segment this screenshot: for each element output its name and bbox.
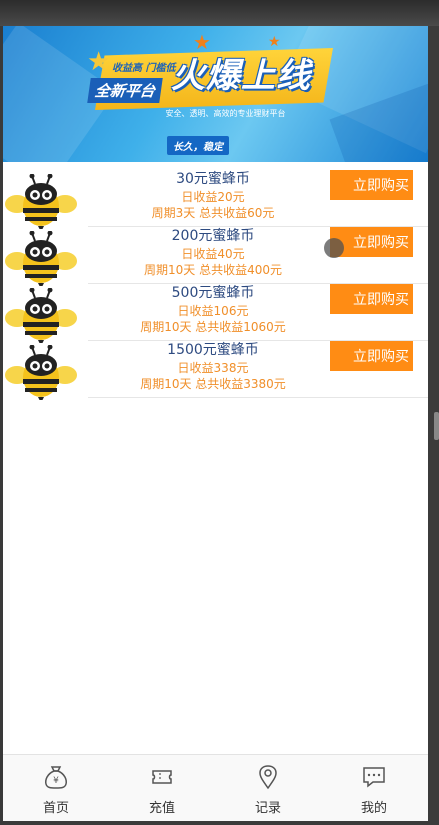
bee-icon bbox=[5, 174, 77, 229]
banner-small-tag: 收益高 门槛低 bbox=[112, 63, 176, 74]
product-total-earnings: 周期10天 总共收益1060元 bbox=[140, 320, 286, 334]
nav-label-recharge: 充值 bbox=[148, 801, 175, 816]
scrollbar[interactable] bbox=[428, 26, 439, 825]
product-daily-earnings: 日收益40元 bbox=[181, 247, 245, 261]
star-icon: ★ bbox=[87, 47, 111, 77]
product-name: 500元蜜蜂币 bbox=[171, 285, 255, 301]
svg-text:¥: ¥ bbox=[53, 776, 59, 786]
divider bbox=[88, 397, 428, 398]
product-total-earnings: 周期3天 总共收益60元 bbox=[151, 206, 275, 220]
bee-icon bbox=[5, 231, 77, 286]
star-icon: ★ bbox=[268, 34, 281, 50]
product-daily-earnings: 日收益20元 bbox=[181, 190, 245, 204]
money-bag-icon: ¥ bbox=[45, 766, 67, 789]
product-info: 500元蜜蜂币 日收益106元 周期10天 总共收益1060元 bbox=[103, 284, 323, 335]
bottom-nav: ¥ 首页 充值 记录 我的 bbox=[3, 754, 428, 821]
nav-item-recharge[interactable]: 充值 bbox=[109, 755, 215, 821]
nav-label-mine: 我的 bbox=[360, 801, 387, 816]
top-window-strip bbox=[0, 0, 439, 26]
product-info: 30元蜜蜂币 日收益20元 周期3天 总共收益60元 bbox=[103, 170, 323, 221]
banner-subline: 安全、透明、高效的专业理财平台 bbox=[165, 109, 286, 118]
location-pin-icon bbox=[259, 765, 277, 790]
nav-item-records[interactable]: 记录 bbox=[215, 755, 321, 821]
product-total-earnings: 周期10天 总共收益400元 bbox=[144, 263, 282, 277]
product-daily-earnings: 日收益338元 bbox=[177, 361, 249, 375]
nav-label-home: 首页 bbox=[42, 801, 69, 816]
buy-now-button[interactable]: 立即购买 bbox=[330, 170, 413, 200]
product-total-earnings: 周期10天 总共收益3380元 bbox=[140, 377, 286, 391]
banner-headline: 火爆上线 bbox=[171, 56, 311, 96]
ticket-icon bbox=[152, 770, 172, 784]
product-item: 30元蜜蜂币 日收益20元 周期3天 总共收益60元 立即购买 bbox=[3, 170, 428, 229]
nav-label-records: 记录 bbox=[254, 801, 281, 816]
product-item: 200元蜜蜂币 日收益40元 周期10天 总共收益400元 立即购买 bbox=[3, 227, 428, 286]
product-info: 1500元蜜蜂币 日收益338元 周期10天 总共收益3380元 bbox=[103, 341, 323, 392]
product-daily-earnings: 日收益106元 bbox=[177, 304, 249, 318]
banner-pill: 长久，稳定 bbox=[167, 136, 229, 155]
star-icon: ★ bbox=[193, 30, 211, 54]
app-screen: ★ ★ ★ 收益高 门槛低 全新平台 火爆上线 安全、透明、高效的专业理财平台 … bbox=[3, 26, 428, 821]
nav-item-home[interactable]: ¥ 首页 bbox=[3, 755, 109, 821]
chat-bubble-icon bbox=[363, 767, 385, 788]
promo-banner[interactable]: ★ ★ ★ 收益高 门槛低 全新平台 火爆上线 安全、透明、高效的专业理财平台 … bbox=[3, 26, 428, 162]
banner-new-platform: 全新平台 bbox=[87, 78, 163, 103]
bee-icon bbox=[5, 288, 77, 343]
product-info: 200元蜜蜂币 日收益40元 周期10天 总共收益400元 bbox=[103, 227, 323, 278]
product-item: 1500元蜜蜂币 日收益338元 周期10天 总共收益3380元 立即购买 bbox=[3, 341, 428, 400]
bee-icon bbox=[5, 345, 77, 400]
product-name: 200元蜜蜂币 bbox=[171, 228, 255, 244]
nav-item-mine[interactable]: 我的 bbox=[321, 755, 427, 821]
buy-now-button[interactable]: 立即购买 bbox=[330, 284, 413, 314]
buy-now-button[interactable]: 立即购买 bbox=[330, 341, 413, 371]
product-name: 30元蜜蜂币 bbox=[176, 171, 250, 187]
product-item: 500元蜜蜂币 日收益106元 周期10天 总共收益1060元 立即购买 bbox=[3, 284, 428, 343]
product-name: 1500元蜜蜂币 bbox=[167, 342, 259, 358]
touch-indicator bbox=[324, 238, 344, 258]
scrollbar-thumb[interactable] bbox=[434, 412, 439, 440]
